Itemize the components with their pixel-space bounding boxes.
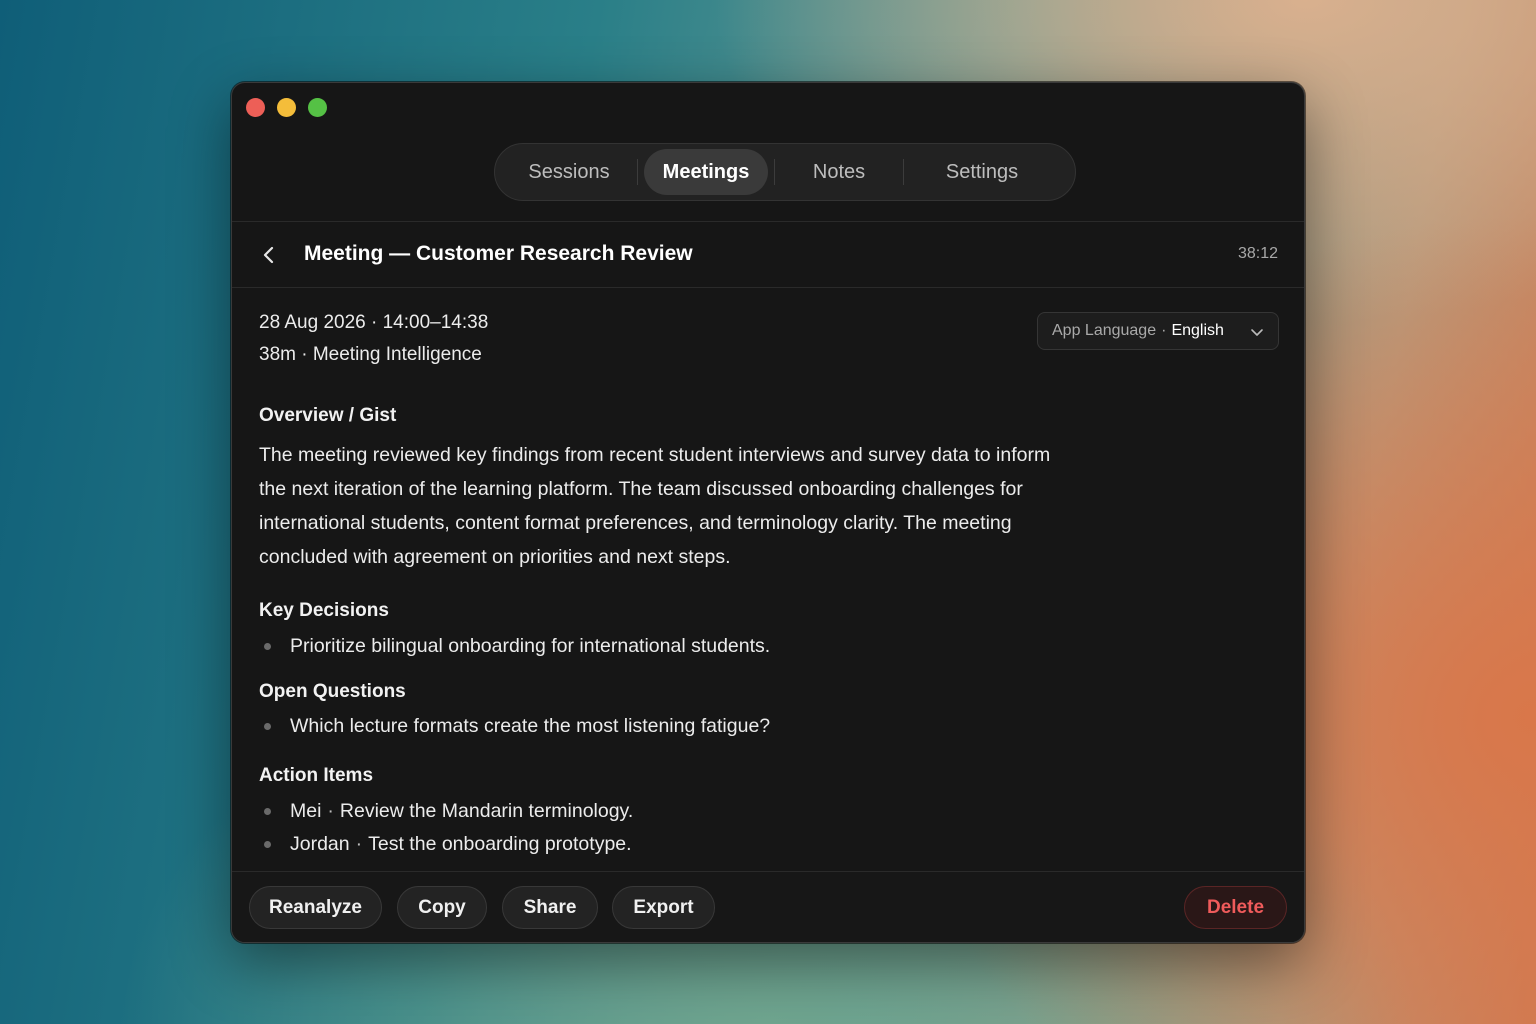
reanalyze-button[interactable]: Reanalyze bbox=[249, 886, 382, 929]
tab-settings[interactable]: Settings bbox=[904, 149, 1060, 195]
overview-line: The meeting reviewed key findings from r… bbox=[259, 444, 1051, 466]
tab-meetings[interactable]: Meetings bbox=[644, 149, 768, 195]
action-owner: Mei bbox=[290, 800, 322, 822]
decision-text: Prioritize bilingual onboarding for inte… bbox=[290, 635, 771, 657]
language-value: English bbox=[1171, 322, 1224, 339]
meeting-window: Sessions Meetings Notes Settings Meeting… bbox=[231, 82, 1305, 943]
meeting-duration: 38:12 bbox=[1237, 245, 1278, 262]
action-separator: · bbox=[327, 800, 334, 822]
tab-divider bbox=[637, 159, 638, 185]
maximize-window-button[interactable] bbox=[308, 98, 327, 117]
tab-notes[interactable]: Notes bbox=[775, 149, 903, 195]
action-task: Test the onboarding prototype. bbox=[368, 833, 632, 855]
bullet-icon bbox=[264, 723, 271, 730]
minimize-window-button[interactable] bbox=[277, 98, 296, 117]
meeting-subtitle: 38m · Meeting Intelligence bbox=[259, 344, 482, 365]
language-label: App Language bbox=[1052, 322, 1157, 339]
window-controls bbox=[246, 98, 327, 117]
bullet-icon bbox=[264, 808, 271, 815]
back-button[interactable] bbox=[256, 242, 282, 268]
main-tab-bar: Sessions Meetings Notes Settings bbox=[494, 143, 1076, 201]
overview-line: international students, content format p… bbox=[259, 512, 1012, 534]
open-questions-heading: Open Questions bbox=[259, 681, 406, 702]
chevron-left-icon bbox=[263, 246, 274, 264]
overview-line: the next iteration of the learning platf… bbox=[259, 478, 1023, 500]
action-separator: · bbox=[355, 833, 363, 855]
list-item: Prioritize bilingual onboarding for inte… bbox=[259, 635, 770, 658]
list-item: Which lecture formats create the most li… bbox=[259, 715, 770, 738]
action-task: Review the Mandarin terminology. bbox=[339, 800, 634, 822]
chevron-down-icon bbox=[1251, 329, 1263, 336]
question-text: Which lecture formats create the most li… bbox=[290, 715, 771, 737]
language-separator: · bbox=[1161, 322, 1167, 339]
close-window-button[interactable] bbox=[246, 98, 265, 117]
overview-text: The meeting reviewed key findings from r… bbox=[259, 438, 1109, 574]
key-decisions-heading: Key Decisions bbox=[259, 600, 389, 621]
page-title: Meeting — Customer Research Review bbox=[304, 242, 693, 265]
overview-heading: Overview / Gist bbox=[259, 405, 397, 426]
list-item: Mei · Review the Mandarin terminology. bbox=[259, 800, 633, 823]
export-button[interactable]: Export bbox=[612, 886, 715, 929]
overview-line: concluded with agreement on priorities a… bbox=[259, 546, 731, 568]
tab-sessions[interactable]: Sessions bbox=[501, 149, 637, 195]
app-language-select[interactable]: App Language · English bbox=[1037, 312, 1279, 350]
action-owner: Jordan bbox=[290, 833, 350, 855]
copy-button[interactable]: Copy bbox=[397, 886, 487, 929]
list-item: Jordan · Test the onboarding prototype. bbox=[259, 833, 632, 856]
bullet-icon bbox=[264, 841, 271, 848]
share-button[interactable]: Share bbox=[502, 886, 598, 929]
meeting-date-time: 28 Aug 2026 · 14:00–14:38 bbox=[259, 312, 489, 333]
action-footer: Reanalyze Copy Share Export Delete bbox=[232, 871, 1304, 942]
meeting-header: Meeting — Customer Research Review 38:12 bbox=[232, 221, 1304, 288]
delete-button[interactable]: Delete bbox=[1184, 886, 1287, 929]
bullet-icon bbox=[264, 643, 271, 650]
action-items-heading: Action Items bbox=[259, 765, 374, 786]
